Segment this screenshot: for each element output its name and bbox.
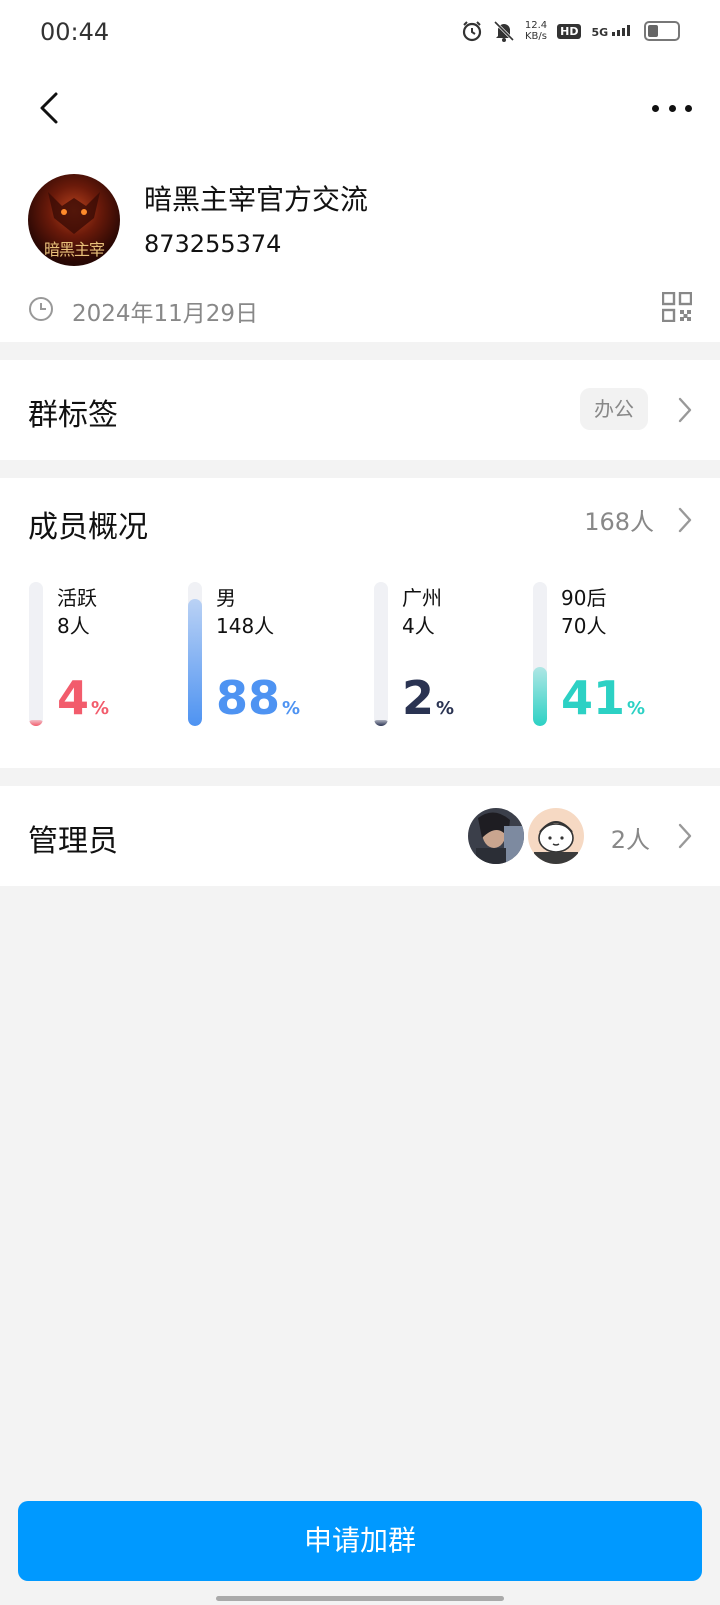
members-overview: 成员概况 168人 活跃 8人 4% 男 148人 88% 广州 4人 2% 9… [0, 478, 720, 768]
status-icons: 12.4 KB/s HD 5G [461, 20, 680, 42]
signal-icon: 5G [591, 24, 634, 39]
stat-percent-sign: % [282, 698, 301, 719]
signal-label: 5G [591, 25, 609, 39]
qr-code-icon[interactable] [662, 292, 692, 322]
stat-bar-fill [29, 720, 43, 726]
home-indicator [216, 1596, 504, 1601]
group-avatar[interactable]: 暗黑主宰 [28, 174, 120, 266]
stat-label: 男 [216, 586, 236, 610]
group-tags-row[interactable]: 群标签 办公 [0, 360, 720, 460]
net-speed: 12.4 KB/s [525, 20, 547, 42]
stat-bar [374, 582, 388, 726]
members-total[interactable]: 168人 [584, 502, 654, 537]
chevron-right-icon [678, 397, 692, 423]
stat-bar [29, 582, 43, 726]
signal-bars-icon [612, 24, 630, 36]
group-id: 873255374 [144, 230, 282, 258]
bell-muted-icon [493, 20, 514, 42]
stat-region: 广州 4人 2% [374, 582, 534, 732]
stat-bar [533, 582, 547, 726]
more-button[interactable] [652, 96, 692, 120]
more-dot [668, 104, 676, 112]
stat-bar-fill [533, 667, 547, 726]
stat-percent: 4% [57, 675, 109, 732]
stat-label: 90后 [561, 586, 607, 610]
alarm-icon [462, 21, 481, 42]
stat-percent-sign: % [627, 698, 646, 719]
chevron-right-icon [678, 823, 692, 849]
admin-avatar-photo [468, 808, 524, 864]
creation-date-row: 2024年11月29日 [28, 292, 692, 328]
stat-percent: 41% [561, 675, 645, 732]
stat-male: 男 148人 88% [188, 582, 348, 732]
stat-active: 活跃 8人 4% [29, 582, 189, 732]
stat-label: 活跃 [57, 586, 97, 610]
more-dot [652, 104, 659, 112]
stat-percent-value: 41 [561, 671, 626, 725]
stat-percent: 2% [402, 675, 454, 732]
join-group-button[interactable]: 申请加群 [18, 1501, 702, 1581]
stat-age: 90后 70人 41% [533, 582, 693, 732]
battery-icon [644, 21, 680, 41]
admins-title: 管理员 [28, 824, 118, 859]
stat-bar [188, 582, 202, 726]
stat-bar-fill [374, 720, 388, 726]
group-name: 暗黑主宰官方交流 [144, 183, 369, 216]
admins-row[interactable]: 管理员 2人 [0, 786, 720, 886]
chevron-right-icon[interactable] [676, 506, 694, 534]
clock-icon [29, 297, 53, 321]
group-header: 暗黑主宰 暗黑主宰官方交流 873255374 2024年11月29日 [0, 64, 720, 342]
stat-percent-sign: % [436, 698, 455, 719]
stat-count: 4人 [402, 614, 435, 638]
stat-percent-sign: % [91, 698, 110, 719]
members-title: 成员概况 [28, 510, 148, 545]
stat-count: 70人 [561, 614, 607, 638]
status-bar: 00:44 12.4 KB/s HD 5G [0, 0, 720, 64]
stat-percent-value: 2 [402, 671, 435, 725]
back-button[interactable] [30, 88, 70, 128]
stat-percent-value: 4 [57, 671, 90, 725]
chevron-left-icon [40, 92, 58, 124]
stat-bar-fill [188, 599, 202, 726]
stat-label: 广州 [402, 586, 442, 610]
admin-avatar-cartoon [528, 808, 584, 864]
stat-count: 8人 [57, 614, 90, 638]
stat-percent-value: 88 [216, 671, 281, 725]
hd-icon: HD [557, 23, 582, 39]
admins-count: 2人 [610, 826, 650, 854]
creation-date: 2024年11月29日 [72, 301, 259, 327]
admin-avatar[interactable] [468, 808, 524, 864]
group-tags-title: 群标签 [28, 398, 118, 433]
admin-avatar[interactable] [528, 808, 584, 864]
status-time: 00:44 [40, 18, 110, 46]
avatar-text: 暗黑主宰 [43, 240, 105, 259]
net-speed-unit: KB/s [524, 31, 547, 42]
more-dot [685, 104, 692, 112]
group-tag-chip: 办公 [580, 388, 648, 430]
net-speed-value: 12.4 [524, 20, 548, 31]
stat-percent: 88% [216, 675, 300, 732]
stat-count: 148人 [216, 614, 275, 638]
